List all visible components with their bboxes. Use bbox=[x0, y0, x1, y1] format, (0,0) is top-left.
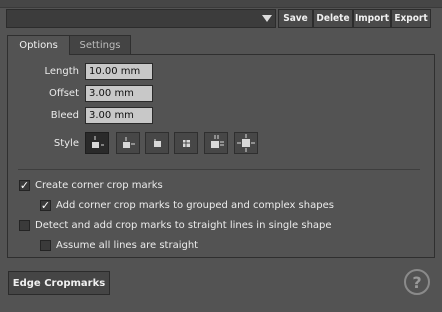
section-divider bbox=[18, 169, 420, 170]
bleed-label: Bleed bbox=[50, 110, 79, 121]
checkmark-icon: ✓ bbox=[19, 179, 30, 192]
add-corner-grouped-label: Add corner crop marks to grouped and com… bbox=[56, 200, 334, 211]
detect-straight-label: Detect and add crop marks to straight li… bbox=[35, 220, 332, 231]
create-corner-row[interactable]: ✓ Create corner crop marks bbox=[19, 180, 163, 191]
create-corner-label: Create corner crop marks bbox=[35, 180, 163, 191]
save-button[interactable]: Save bbox=[278, 9, 313, 28]
bleed-input[interactable]: 3.00 mm bbox=[85, 107, 153, 124]
assume-straight-checkbox[interactable] bbox=[40, 240, 51, 251]
crop-style-4-button[interactable] bbox=[174, 132, 198, 154]
style-label: Style bbox=[53, 138, 79, 149]
crop-style-6-button[interactable] bbox=[234, 132, 258, 154]
offset-label: Offset bbox=[48, 88, 79, 99]
crop-style-5-icon bbox=[211, 135, 224, 148]
length-label: Length bbox=[44, 66, 80, 77]
crop-style-3-icon bbox=[154, 139, 161, 147]
export-button[interactable]: Export bbox=[391, 9, 431, 28]
crop-style-1-button[interactable] bbox=[85, 132, 109, 154]
crop-style-4-icon bbox=[181, 138, 192, 149]
chevron-down-icon[interactable] bbox=[262, 15, 272, 22]
checkmark-icon: ✓ bbox=[40, 199, 51, 212]
crop-style-2-button[interactable] bbox=[116, 132, 140, 154]
add-corner-grouped-checkbox[interactable]: ✓ bbox=[40, 200, 51, 211]
crop-style-3-button[interactable] bbox=[145, 132, 169, 154]
tab-options[interactable]: Options bbox=[7, 35, 70, 55]
top-strip bbox=[0, 0, 442, 8]
tab-settings[interactable]: Settings bbox=[69, 35, 131, 55]
crop-style-1-icon bbox=[92, 136, 104, 148]
crop-style-6-icon bbox=[237, 134, 255, 152]
crop-style-5-button[interactable] bbox=[204, 132, 228, 154]
help-icon[interactable]: ? bbox=[404, 269, 430, 295]
crop-style-2-icon bbox=[123, 137, 135, 148]
length-input[interactable]: 10.00 mm bbox=[85, 63, 153, 80]
create-corner-checkbox[interactable]: ✓ bbox=[19, 180, 30, 191]
delete-button[interactable]: Delete bbox=[313, 9, 353, 28]
assume-straight-row[interactable]: Assume all lines are straight bbox=[40, 240, 198, 251]
detect-straight-row[interactable]: Detect and add crop marks to straight li… bbox=[19, 220, 332, 231]
edge-cropmarks-button[interactable]: Edge Cropmarks bbox=[8, 271, 110, 295]
offset-input[interactable]: 3.00 mm bbox=[85, 85, 153, 102]
assume-straight-label: Assume all lines are straight bbox=[56, 240, 199, 251]
add-corner-grouped-row[interactable]: ✓ Add corner crop marks to grouped and c… bbox=[40, 200, 334, 211]
detect-straight-checkbox[interactable] bbox=[19, 220, 30, 231]
import-button[interactable]: Import bbox=[353, 9, 391, 28]
preset-dropdown[interactable] bbox=[6, 9, 276, 28]
